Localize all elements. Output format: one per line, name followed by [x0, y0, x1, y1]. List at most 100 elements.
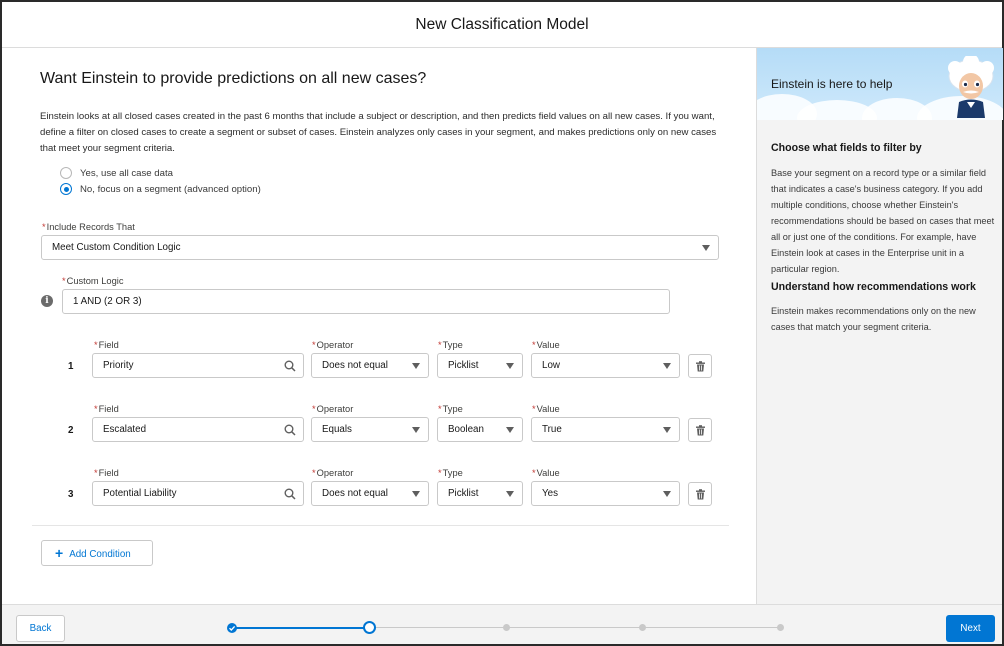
radio-focus-segment[interactable]: No, focus on a segment (advanced option) [60, 183, 261, 195]
field-lookup-input[interactable]: Priority [92, 353, 304, 378]
value-select[interactable]: Low [531, 353, 680, 378]
required-mark: * [62, 276, 66, 286]
page-heading: Want Einstein to provide predictions on … [40, 70, 427, 87]
next-button[interactable]: Next [946, 615, 995, 642]
modal-header: New Classification Model [2, 2, 1002, 48]
operator-value: Does not equal [322, 488, 388, 499]
custom-logic-value: 1 AND (2 OR 3) [73, 296, 142, 307]
operator-select[interactable]: Does not equal [311, 353, 429, 378]
info-icon[interactable]: i [41, 295, 53, 307]
radio-label: Yes, use all case data [80, 167, 173, 179]
modal-title: New Classification Model [415, 16, 589, 33]
operator-select[interactable]: Equals [311, 417, 429, 442]
back-button[interactable]: Back [16, 615, 65, 642]
type-label: *Type [438, 340, 463, 350]
divider [32, 525, 729, 526]
value-value: True [542, 424, 562, 435]
value-label: *Value [532, 468, 560, 478]
search-icon [284, 424, 296, 436]
field-label: *Field [94, 340, 119, 350]
chevron-down-icon [663, 363, 671, 369]
progress-step-current [363, 621, 376, 634]
include-records-value: Meet Custom Condition Logic [52, 242, 181, 253]
radio-label: No, focus on a segment (advanced option) [80, 183, 261, 195]
plus-icon: + [55, 545, 64, 561]
add-condition-label: Add Condition [69, 549, 131, 560]
trash-icon [696, 425, 705, 436]
help-section-text: Einstein makes recommendations only on t… [771, 306, 976, 332]
chevron-down-icon [412, 491, 420, 497]
help-section-title: Understand how recommendations work [771, 281, 976, 293]
progress-step [503, 624, 510, 631]
condition-number: 3 [68, 489, 74, 500]
operator-value: Does not equal [322, 360, 388, 371]
type-label: *Type [438, 468, 463, 478]
help-section-title: Choose what fields to filter by [771, 142, 922, 154]
radio-button[interactable] [60, 167, 72, 179]
chevron-down-icon [412, 427, 420, 433]
condition-number: 1 [68, 361, 74, 372]
value-select[interactable]: Yes [531, 481, 680, 506]
operator-label: *Operator [312, 404, 354, 414]
field-value: Escalated [103, 424, 147, 435]
custom-logic-input[interactable]: 1 AND (2 OR 3) [62, 289, 670, 314]
search-icon [284, 488, 296, 500]
field-lookup-input[interactable]: Potential Liability [92, 481, 304, 506]
field-label: *Field [94, 468, 119, 478]
delete-condition-button[interactable] [688, 354, 712, 378]
field-lookup-input[interactable]: Escalated [92, 417, 304, 442]
radio-button-selected[interactable] [60, 183, 72, 195]
field-value: Priority [103, 360, 134, 371]
chevron-down-icon [663, 427, 671, 433]
type-select[interactable]: Picklist [437, 353, 523, 378]
operator-label: *Operator [312, 468, 354, 478]
value-label: *Value [532, 404, 560, 414]
value-label: *Value [532, 340, 560, 350]
field-label: *Field [94, 404, 119, 414]
help-banner: Einstein is here to help [757, 48, 1003, 120]
chevron-down-icon [412, 363, 420, 369]
custom-logic-label: *Custom Logic [62, 276, 124, 286]
einstein-mascot-icon [948, 56, 994, 118]
trash-icon [696, 361, 705, 372]
chevron-down-icon [506, 491, 514, 497]
operator-label: *Operator [312, 340, 354, 350]
check-icon [229, 625, 236, 631]
type-select[interactable]: Picklist [437, 481, 523, 506]
intro-text: Einstein looks at all closed cases creat… [40, 111, 717, 154]
type-value: Picklist [448, 488, 479, 499]
progress-step [639, 624, 646, 631]
add-condition-button[interactable]: + Add Condition [41, 540, 153, 566]
progress-track-fill [232, 627, 368, 629]
modal-frame: New Classification Model Want Einstein t… [0, 0, 1004, 646]
operator-select[interactable]: Does not equal [311, 481, 429, 506]
main-content: Want Einstein to provide predictions on … [2, 48, 756, 604]
type-label: *Type [438, 404, 463, 414]
condition-number: 2 [68, 425, 74, 436]
search-icon [284, 360, 296, 372]
modal-footer: Back Next [2, 604, 1002, 644]
type-value: Boolean [448, 424, 484, 435]
progress-step [777, 624, 784, 631]
value-value: Low [542, 360, 560, 371]
include-records-select[interactable]: Meet Custom Condition Logic [41, 235, 719, 260]
chevron-down-icon [506, 363, 514, 369]
progress-step-complete [227, 623, 237, 633]
help-section-text: Base your segment on a record type or a … [771, 168, 995, 274]
chevron-down-icon [702, 245, 710, 251]
operator-value: Equals [322, 424, 352, 435]
help-banner-title: Einstein is here to help [771, 77, 893, 91]
field-value: Potential Liability [103, 488, 177, 499]
trash-icon [696, 489, 705, 500]
type-value: Picklist [448, 360, 479, 371]
delete-condition-button[interactable] [688, 482, 712, 506]
type-select[interactable]: Boolean [437, 417, 523, 442]
value-select[interactable]: True [531, 417, 680, 442]
include-records-label: *Include Records That [42, 222, 135, 232]
help-sidebar: Einstein is here to help Choose what fie… [756, 48, 1003, 604]
required-mark: * [42, 222, 46, 232]
radio-use-all-data[interactable]: Yes, use all case data [60, 167, 173, 179]
value-value: Yes [542, 488, 558, 499]
chevron-down-icon [663, 491, 671, 497]
delete-condition-button[interactable] [688, 418, 712, 442]
